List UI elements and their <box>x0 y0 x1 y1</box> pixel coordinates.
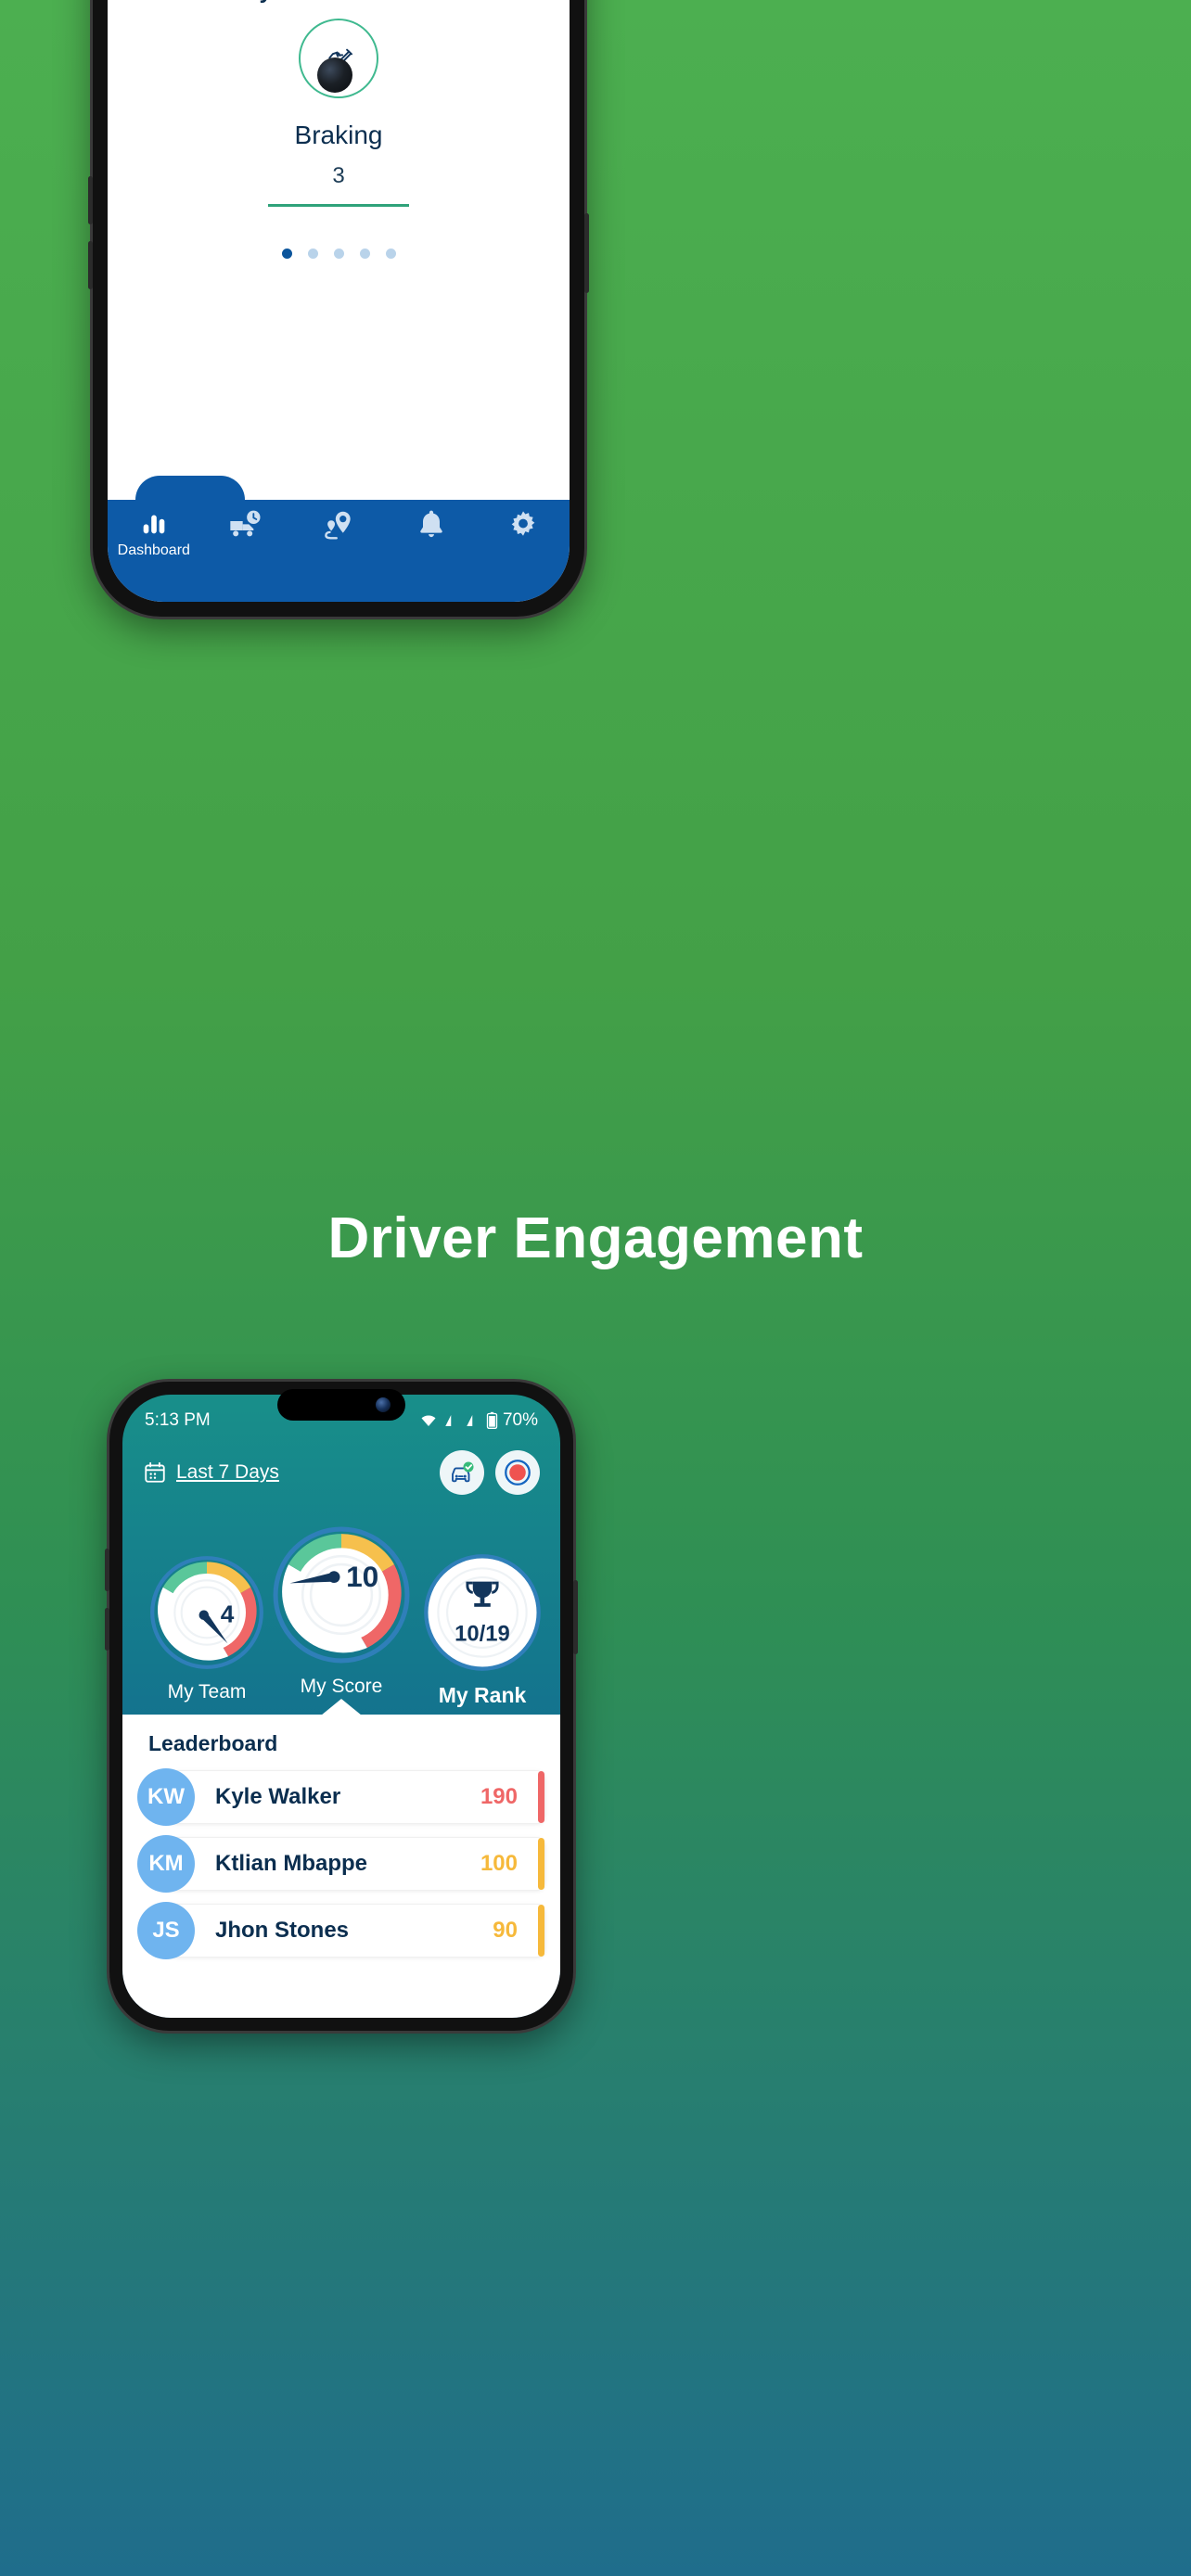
carousel-dot-3[interactable] <box>333 249 344 259</box>
table-row[interactable]: KM Ktlian Mbappe 100 <box>137 1835 545 1893</box>
phone-mockup-top: 100% Green Drivers 0% Yellow Drivers 0% … <box>88 0 589 617</box>
avatar: KM <box>137 1835 195 1893</box>
gauge-my-rank[interactable]: 10/19 My Rank <box>417 1552 547 1708</box>
team-safety-events-title: Team Safety Events <box>135 0 356 5</box>
front-camera <box>317 57 352 93</box>
phone2-dynamic-island <box>277 1389 405 1421</box>
power-button-2[interactable] <box>573 1580 578 1654</box>
page-title: Driver Engagement <box>327 1206 864 1270</box>
leaderboard-title: Leaderboard <box>148 1731 278 1755</box>
carousel-dots[interactable] <box>108 249 570 259</box>
gauge-label-my-team: My Team <box>167 1681 247 1702</box>
record-button[interactable] <box>495 1450 540 1495</box>
driver-name: Jhon Stones <box>215 1918 350 1943</box>
volume-up-button[interactable] <box>88 176 93 224</box>
phone2-screen: 5:13 PM 70% Last 7 Days 4 My Team 10 My … <box>122 1395 560 2018</box>
volume-up-button-2[interactable] <box>105 1549 109 1591</box>
driver-score: 190 <box>480 1784 518 1809</box>
nav-item-routes[interactable] <box>292 507 385 559</box>
panel-pointer <box>321 1699 362 1715</box>
vehicle-check-button[interactable] <box>440 1450 484 1495</box>
status-time: 5:13 PM <box>145 1410 211 1430</box>
leaderboard-list: KW Kyle Walker 190 KM Ktlian Mbappe 100 <box>137 1768 545 1969</box>
driver-name: Kyle Walker <box>215 1784 341 1809</box>
my-team-gauge: 4 <box>150 1556 263 1669</box>
phone-mockup-bottom: 5:13 PM 70% Last 7 Days 4 My Team 10 My … <box>105 1382 578 2031</box>
table-row[interactable]: KW Kyle Walker 190 <box>137 1768 545 1826</box>
my-team-value: 4 <box>221 1600 235 1628</box>
driver-score: 100 <box>480 1851 518 1876</box>
route-pin-icon <box>325 511 351 540</box>
nav-item-settings[interactable] <box>477 507 570 559</box>
my-rank-badge: 10/19 <box>424 1554 541 1671</box>
nav-item-dashboard[interactable]: Dashboard <box>108 507 200 559</box>
driver-score: 90 <box>493 1918 518 1943</box>
gauge-row: 4 My Team 10 My Score 10/19 My Rank <box>122 1515 560 1710</box>
nav-label-dashboard: Dashboard <box>117 542 190 558</box>
avatar: KW <box>137 1768 195 1826</box>
date-range-label: Last 7 Days <box>176 1461 279 1483</box>
bar-chart-icon <box>143 515 165 534</box>
car-check-icon <box>452 1461 474 1483</box>
battery-icon <box>486 1411 498 1429</box>
front-camera-2 <box>376 1397 391 1412</box>
top-action-bar: Last 7 Days <box>122 1447 560 1498</box>
signal-icon <box>445 1415 452 1426</box>
carousel-dot-4[interactable] <box>359 249 370 259</box>
battery-percent: 70% <box>502 1410 538 1430</box>
record-icon <box>505 1460 531 1486</box>
my-score-value: 10 <box>346 1560 378 1593</box>
avatar: JS <box>137 1902 195 1959</box>
event-name: Braking <box>294 121 383 149</box>
event-underline <box>268 204 409 207</box>
carousel-dot-2[interactable] <box>307 249 318 259</box>
gauge-label-my-score: My Score <box>300 1676 383 1697</box>
gauge-my-team[interactable]: 4 My Team <box>145 1554 269 1703</box>
carousel-dot-1[interactable] <box>281 249 292 259</box>
row-accent <box>538 1771 544 1823</box>
bottom-navigation-bar: Dashboard <box>108 476 570 602</box>
my-rank-value: 10/19 <box>455 1621 510 1646</box>
gear-icon <box>511 511 535 536</box>
nav-item-vehicles[interactable] <box>200 507 293 559</box>
wifi-icon <box>421 1415 436 1426</box>
driver-name: Ktlian Mbappe <box>215 1851 368 1876</box>
nav-item-alerts[interactable] <box>385 507 478 559</box>
table-row[interactable]: JS Jhon Stones 90 <box>137 1902 545 1959</box>
bell-icon <box>419 510 442 538</box>
row-accent <box>538 1838 544 1890</box>
date-range-selector[interactable]: Last 7 Days <box>143 1460 279 1485</box>
leaderboard-panel: Leaderboard KW Kyle Walker 190 KM Ktlian… <box>122 1699 560 2018</box>
active-tab-notch <box>135 476 245 507</box>
signal-icon-2 <box>467 1415 473 1426</box>
row-accent <box>538 1905 544 1957</box>
power-button[interactable] <box>584 213 589 293</box>
volume-down-button[interactable] <box>88 241 93 289</box>
carousel-dot-5[interactable] <box>385 249 396 259</box>
calendar-icon <box>145 1461 165 1483</box>
gauge-label-my-rank: My Rank <box>438 1683 527 1707</box>
volume-down-button-2[interactable] <box>105 1608 109 1651</box>
event-value: 3 <box>332 163 345 188</box>
my-score-gauge: 10 <box>273 1526 410 1664</box>
gauge-my-score[interactable]: 10 My Score <box>266 1524 416 1698</box>
truck-clock-icon <box>230 510 261 537</box>
